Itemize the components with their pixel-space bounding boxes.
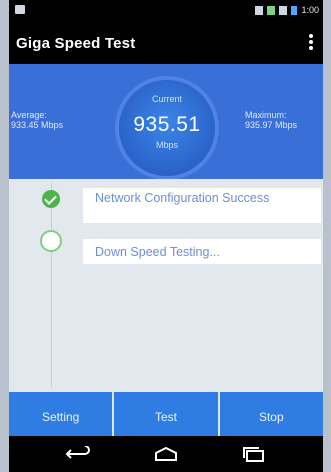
speed-gauge-panel: Average: 933.45 Mbps Current 935.51 Mbps… [9, 64, 323, 179]
check-icon [42, 190, 60, 208]
step-network-config: Network Configuration Success [83, 188, 321, 223]
notification-icon [15, 5, 25, 14]
app-title: Giga Speed Test [16, 35, 136, 52]
overflow-menu-icon[interactable] [309, 34, 313, 52]
wifi-icon [267, 5, 276, 15]
current-speed-value: 935.51 [133, 113, 201, 136]
setting-button[interactable]: Setting [9, 392, 113, 436]
navigation-bar [9, 436, 323, 472]
status-bar: 1:00 [9, 0, 323, 22]
current-speed-unit: Mbps [155, 140, 178, 150]
maximum-value: 935.97 Mbps [245, 120, 298, 130]
status-icons: 1:00 [255, 5, 319, 15]
current-label: Current [151, 94, 182, 104]
phone-screen: 1:00 Giga Speed Test Average: 933.45 Mbp… [9, 0, 323, 472]
test-progress-list: Network Configuration Success Down Speed… [9, 179, 323, 392]
back-icon[interactable] [65, 446, 91, 462]
action-buttons: Setting Test Stop [9, 392, 323, 436]
signal-icon [279, 5, 288, 15]
maximum-label: Maximum: [245, 110, 287, 120]
timeline-line [51, 183, 52, 388]
average-value: 933.45 Mbps [11, 120, 64, 130]
progress-dot-icon [42, 232, 60, 250]
test-button[interactable]: Test [114, 392, 218, 436]
speed-dial: Current 935.51 Mbps [119, 80, 215, 176]
battery-icon [291, 5, 298, 15]
step-down-speed: Down Speed Testing... [83, 239, 321, 264]
status-time: 1:00 [301, 5, 319, 15]
stop-button[interactable]: Stop [219, 392, 323, 436]
home-icon[interactable] [153, 446, 179, 462]
recent-apps-icon[interactable] [241, 446, 267, 462]
average-label: Average: [11, 110, 47, 120]
app-bar: Giga Speed Test [9, 22, 323, 64]
grid-icon [255, 5, 264, 15]
